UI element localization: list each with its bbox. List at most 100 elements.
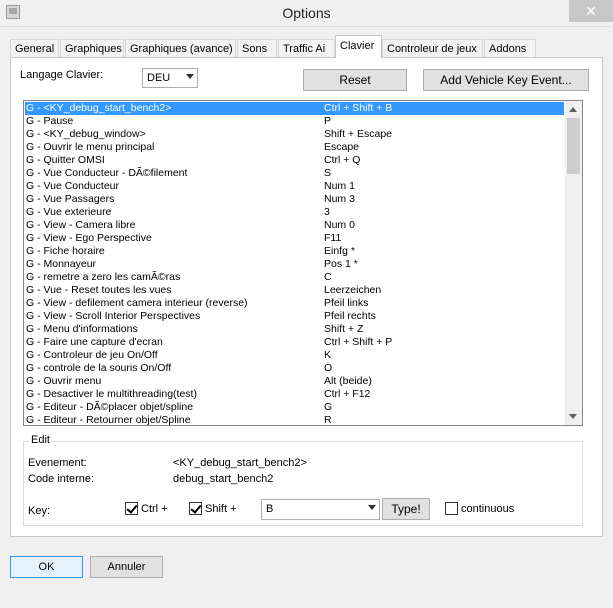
tab-graphiques-avance[interactable]: Graphiques (avance) xyxy=(125,39,236,57)
close-button[interactable]: ✕ xyxy=(569,0,613,22)
binding-action: G - remetre a zero les camÃ©ras xyxy=(26,271,181,283)
binding-key: K xyxy=(324,349,332,361)
binding-action: G - Vue Passagers xyxy=(26,193,115,205)
binding-key: Shift + Escape xyxy=(324,128,392,140)
binding-row[interactable]: G - Desactiver le multithreading(test) C… xyxy=(25,388,564,401)
key-select[interactable]: B xyxy=(261,499,380,520)
binding-row[interactable]: G - controle de la souris On/Off O xyxy=(25,362,564,375)
language-label: Langage Clavier: xyxy=(20,69,104,81)
shift-checkbox[interactable] xyxy=(189,502,202,515)
binding-action: G - <KY_debug_window> xyxy=(26,128,146,140)
binding-key: Pfeil links xyxy=(324,297,369,309)
binding-action: G - View - Scroll Interior Perspectives xyxy=(26,310,201,322)
binding-row[interactable]: G - remetre a zero les camÃ©ras C xyxy=(25,271,564,284)
binding-row[interactable]: G - Pause P xyxy=(25,115,564,128)
cancel-button[interactable]: Annuler xyxy=(90,556,163,578)
binding-key: Pos 1 * xyxy=(324,258,358,270)
binding-action: G - Monnayeur xyxy=(26,258,97,270)
edit-group: Edit Evenement: <KY_debug_start_bench2> … xyxy=(23,434,583,526)
binding-action: G - Vue exterieure xyxy=(26,206,112,218)
type-button[interactable]: Type! xyxy=(382,498,430,520)
binding-key: S xyxy=(324,167,332,179)
binding-action: G - View - Camera libre xyxy=(26,219,136,231)
binding-row[interactable]: G - Menu d'informations Shift + Z xyxy=(25,323,564,336)
binding-row[interactable]: G - View - defilement camera interieur (… xyxy=(25,297,564,310)
binding-action: G - Pause xyxy=(26,115,74,127)
options-window: Options ✕ General Graphiques Graphiques … xyxy=(0,0,613,608)
binding-row[interactable]: G - Ouvrir le menu principal Escape xyxy=(25,141,564,154)
binding-action: G - controle de la souris On/Off xyxy=(26,362,172,374)
binding-key: R xyxy=(324,414,332,426)
binding-action: G - Editeur - Retourner objet/Spline xyxy=(26,414,191,426)
binding-key: F11 xyxy=(324,232,342,244)
binding-action: G - Ouvrir menu xyxy=(26,375,102,387)
tab-controleur-de-jeux[interactable]: Controleur de jeux xyxy=(382,39,483,57)
reset-button[interactable]: Reset xyxy=(303,69,407,91)
tab-traffic-ai[interactable]: Traffic Ai xyxy=(278,39,335,57)
ctrl-label: Ctrl + xyxy=(141,503,168,515)
binding-row[interactable]: G - Vue Conducteur Num 1 xyxy=(25,180,564,193)
binding-row[interactable]: G - Vue exterieure 3 xyxy=(25,206,564,219)
tab-clavier[interactable]: Clavier xyxy=(335,35,382,58)
binding-action: G - Vue - Reset toutes les vues xyxy=(26,284,172,296)
binding-row[interactable]: G - Vue Passagers Num 3 xyxy=(25,193,564,206)
binding-key: Ctrl + Shift + B xyxy=(324,102,393,114)
binding-key: Pfeil rechts xyxy=(324,310,376,322)
add-vehicle-key-event-button[interactable]: Add Vehicle Key Event... xyxy=(423,69,589,91)
tab-sons[interactable]: Sons xyxy=(237,39,277,57)
binding-key: Ctrl + Q xyxy=(324,154,361,166)
language-value: DEU xyxy=(147,72,171,84)
scroll-down-icon[interactable] xyxy=(569,414,577,419)
clavier-panel: Langage Clavier: DEU Reset Add Vehicle K… xyxy=(10,57,603,537)
binding-row[interactable]: G - Editeur - DÃ©placer objet/spline G xyxy=(25,401,564,414)
binding-key: Shift + Z xyxy=(324,323,364,335)
internal-code-value: debug_start_bench2 xyxy=(173,473,274,485)
continuous-label: continuous xyxy=(461,503,515,515)
binding-key: Ctrl + F12 xyxy=(324,388,371,400)
binding-row[interactable]: G - Quitter OMSI Ctrl + Q xyxy=(25,154,564,167)
binding-action: G - Vue Conducteur - DÃ©filement xyxy=(26,167,188,179)
binding-row[interactable]: G - View - Camera libre Num 0 xyxy=(25,219,564,232)
binding-key: P xyxy=(324,115,332,127)
binding-row[interactable]: G - Faire une capture d'ecran Ctrl + Shi… xyxy=(25,336,564,349)
binding-action: G - Quitter OMSI xyxy=(26,154,105,166)
list-scrollbar[interactable] xyxy=(565,101,582,425)
scrollbar-thumb[interactable] xyxy=(567,118,580,174)
binding-row[interactable]: G - Ouvrir menu Alt (beide) xyxy=(25,375,564,388)
ok-button[interactable]: OK xyxy=(10,556,83,578)
tab-general[interactable]: General xyxy=(10,39,59,57)
binding-row[interactable]: G - View - Ego Perspective F11 xyxy=(25,232,564,245)
event-label: Evenement: xyxy=(28,457,87,469)
binding-row[interactable]: G - Vue Conducteur - DÃ©filement S xyxy=(25,167,564,180)
tab-graphiques[interactable]: Graphiques xyxy=(60,39,124,57)
binding-row[interactable]: G - <KY_debug_start_bench2> Ctrl + Shift… xyxy=(25,102,564,115)
binding-action: G - Ouvrir le menu principal xyxy=(26,141,155,153)
binding-action: G - View - Ego Perspective xyxy=(26,232,152,244)
binding-row[interactable]: G - <KY_debug_window> Shift + Escape xyxy=(25,128,564,141)
key-bindings-list[interactable]: G - <KY_debug_start_bench2> Ctrl + Shift… xyxy=(23,100,583,426)
binding-row[interactable]: G - Editeur - Retourner objet/Spline R xyxy=(25,414,564,426)
binding-action: G - Menu d'informations xyxy=(26,323,138,335)
binding-key: 3 xyxy=(324,206,330,218)
binding-row[interactable]: G - Vue - Reset toutes les vues Leerzeic… xyxy=(25,284,564,297)
binding-action: G - Desactiver le multithreading(test) xyxy=(26,388,197,400)
tab-addons[interactable]: Addons xyxy=(484,39,536,57)
scroll-up-icon[interactable] xyxy=(569,107,577,112)
language-select[interactable]: DEU xyxy=(142,68,198,88)
key-value: B xyxy=(266,503,274,515)
binding-key: Leerzeichen xyxy=(324,284,382,296)
binding-row[interactable]: G - Controleur de jeu On/Off K xyxy=(25,349,564,362)
binding-key: Num 3 xyxy=(324,193,355,205)
chevron-down-icon xyxy=(186,74,194,79)
shift-label: Shift + xyxy=(205,503,237,515)
binding-action: G - Editeur - DÃ©placer objet/spline xyxy=(26,401,194,413)
binding-row[interactable]: G - View - Scroll Interior Perspectives … xyxy=(25,310,564,323)
binding-row[interactable]: G - Monnayeur Pos 1 * xyxy=(25,258,564,271)
binding-row[interactable]: G - Fiche horaire Einfg * xyxy=(25,245,564,258)
continuous-checkbox[interactable] xyxy=(445,502,458,515)
window-title: Options xyxy=(282,5,331,21)
ctrl-checkbox[interactable] xyxy=(125,502,138,515)
internal-code-label: Code interne: xyxy=(28,473,95,485)
binding-key: Alt (beide) xyxy=(324,375,372,387)
chevron-down-icon xyxy=(368,505,376,510)
